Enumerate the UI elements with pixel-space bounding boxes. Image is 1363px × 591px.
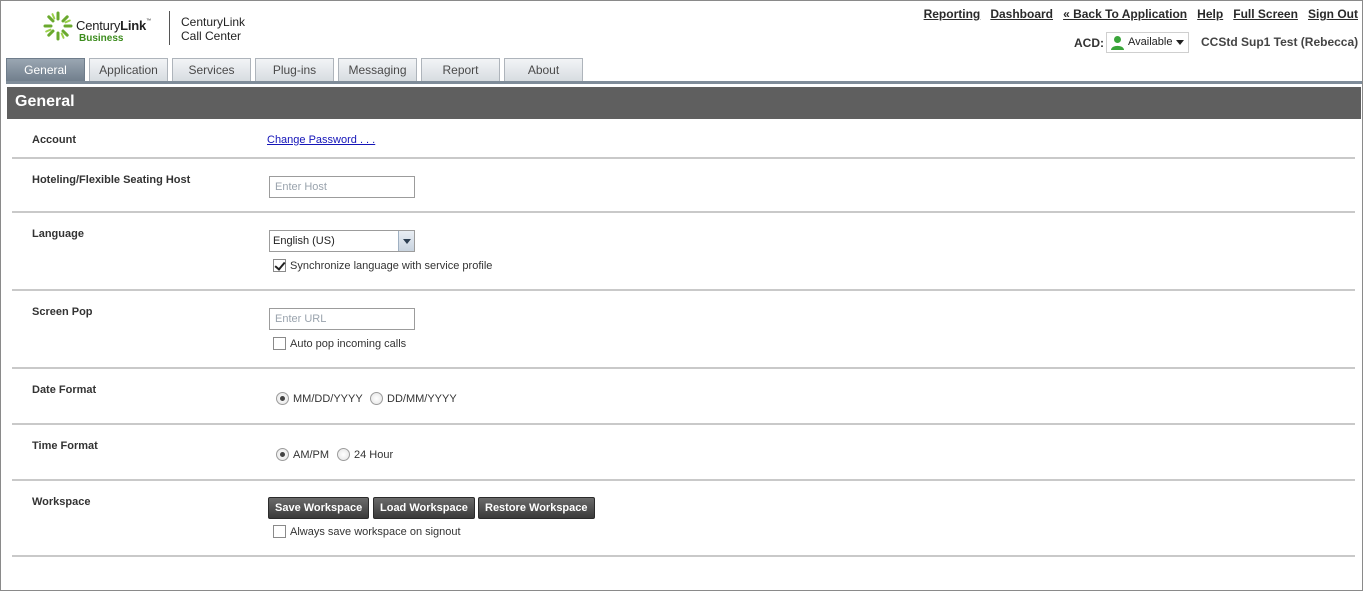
date-format-mmddyyyy-label: MM/DD/YYYY — [293, 392, 363, 405]
acd-status-value: Available — [1128, 36, 1173, 48]
language-value: English (US) — [273, 235, 335, 247]
sync-language-label: Synchronize language with service profil… — [290, 259, 493, 272]
host-input[interactable] — [269, 176, 415, 198]
dashboard-link[interactable]: Dashboard — [990, 7, 1053, 21]
app-name-line2: Call Center — [181, 29, 242, 43]
hoteling-label: Hoteling/Flexible Seating Host — [32, 174, 191, 186]
language-select[interactable]: English (US) — [269, 230, 415, 252]
date-format-row: Date Format MM/DD/YYYY DD/MM/YYYY — [12, 369, 1355, 425]
tab-general[interactable]: General — [6, 58, 85, 82]
workspace-row: Workspace Save Workspace Load Workspace … — [12, 481, 1355, 557]
change-password-link[interactable]: Change Password . . . — [267, 134, 375, 146]
tab-plug-ins[interactable]: Plug-ins — [255, 58, 334, 82]
screen-pop-label: Screen Pop — [32, 306, 93, 318]
tab-application[interactable]: Application — [89, 58, 168, 82]
auto-pop-checkbox[interactable]: Auto pop incoming calls — [273, 337, 406, 350]
sync-language-checkbox[interactable]: Synchronize language with service profil… — [273, 259, 492, 272]
chevron-down-icon — [398, 231, 414, 251]
tab-report[interactable]: Report — [421, 58, 500, 82]
section-title: General — [7, 87, 1361, 119]
time-format-row: Time Format AM/PM 24 Hour — [12, 425, 1355, 481]
language-row: Language English (US) Synchronize langua… — [12, 213, 1355, 291]
time-format-24hour-label: 24 Hour — [354, 448, 394, 461]
time-format-label: Time Format — [32, 440, 98, 452]
always-save-workspace-label: Always save workspace on signout — [290, 525, 461, 538]
date-format-ddmmyyyy-radio[interactable]: DD/MM/YYYY — [370, 392, 457, 405]
tab-underline — [6, 81, 1362, 84]
account-row: Account Change Password . . . — [12, 119, 1355, 159]
acd-label: ACD: — [1074, 36, 1104, 50]
centurylink-logo: CenturyLink™ Business — [43, 10, 167, 48]
full-screen-link[interactable]: Full Screen — [1233, 7, 1298, 21]
user-name: CCStd Sup1 Test (Rebecca) — [1201, 35, 1359, 49]
radio-unselected-icon — [337, 448, 350, 461]
date-format-mmddyyyy-radio[interactable]: MM/DD/YYYY — [276, 392, 363, 405]
always-save-workspace-checkbox[interactable]: Always save workspace on signout — [273, 525, 461, 538]
account-label: Account — [32, 134, 76, 146]
checkbox-unchecked-icon — [273, 337, 286, 350]
auto-pop-label: Auto pop incoming calls — [290, 337, 407, 350]
app-name-line1: CenturyLink — [181, 15, 246, 29]
chevron-down-icon — [1176, 40, 1184, 45]
tab-messaging[interactable]: Messaging — [338, 58, 417, 82]
sign-out-link[interactable]: Sign Out — [1308, 7, 1358, 21]
tab-services[interactable]: Services — [172, 58, 251, 82]
logo-wordmark: CenturyLink™ — [76, 18, 151, 33]
save-workspace-button[interactable]: Save Workspace — [268, 497, 370, 519]
checkbox-unchecked-icon — [273, 525, 286, 538]
time-format-ampm-radio[interactable]: AM/PM — [276, 448, 329, 461]
language-label: Language — [32, 228, 84, 240]
logo-divider — [169, 11, 170, 45]
screen-pop-row: Screen Pop Auto pop incoming calls — [12, 291, 1355, 369]
workspace-label: Workspace — [32, 496, 91, 508]
app-name: CenturyLink Call Center — [181, 15, 245, 43]
tab-about[interactable]: About — [504, 58, 583, 82]
person-icon — [1111, 36, 1124, 50]
acd-status-dropdown[interactable]: Available — [1106, 32, 1189, 53]
date-format-label: Date Format — [32, 384, 97, 396]
radio-unselected-icon — [370, 392, 383, 405]
restore-workspace-button[interactable]: Restore Workspace — [478, 497, 595, 519]
back-to-application-link[interactable]: « Back To Application — [1063, 7, 1187, 21]
date-format-ddmmyyyy-label: DD/MM/YYYY — [387, 392, 457, 405]
load-workspace-button[interactable]: Load Workspace — [373, 497, 475, 519]
time-format-24hour-radio[interactable]: 24 Hour — [337, 448, 393, 461]
radio-selected-icon — [276, 448, 289, 461]
top-links: Reporting Dashboard « Back To Applicatio… — [917, 7, 1358, 21]
logo-business: Business — [79, 33, 124, 44]
help-link[interactable]: Help — [1197, 7, 1223, 21]
reporting-link[interactable]: Reporting — [924, 7, 981, 21]
hoteling-row: Hoteling/Flexible Seating Host — [12, 159, 1355, 213]
radio-selected-icon — [276, 392, 289, 405]
time-format-ampm-label: AM/PM — [293, 448, 330, 461]
screen-pop-url-input[interactable] — [269, 308, 415, 330]
app-window: CenturyLink™ Business CenturyLink Call C… — [0, 0, 1363, 591]
checkbox-checked-icon — [273, 259, 286, 272]
starburst-icon — [43, 11, 73, 41]
